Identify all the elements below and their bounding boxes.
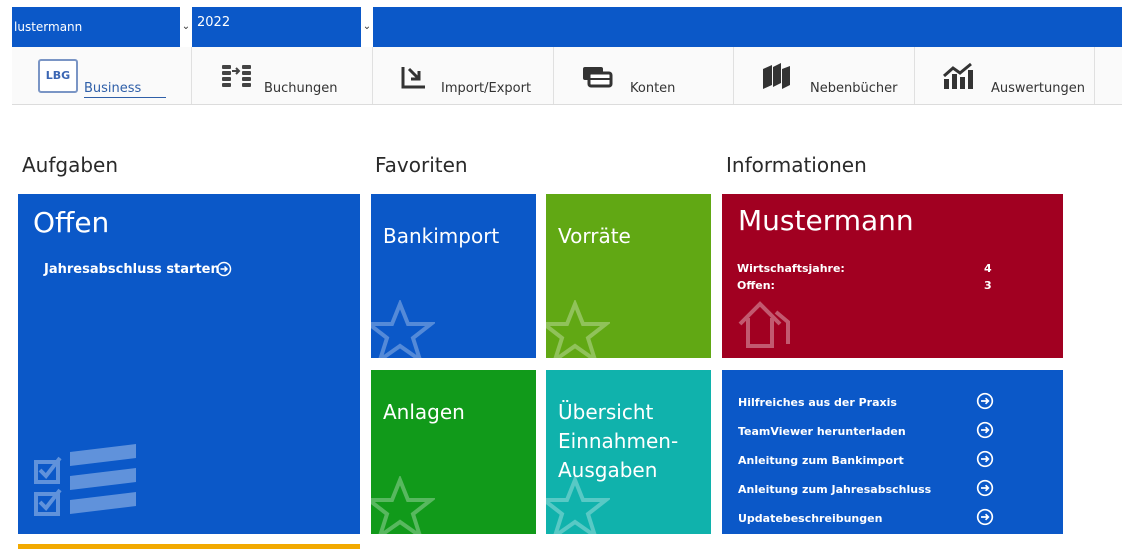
import-export-icon bbox=[401, 67, 425, 89]
tile-vorraete-label: Vorräte bbox=[558, 224, 631, 248]
year-dropdown-arrow-icon[interactable]: ⌄ bbox=[361, 7, 373, 47]
tile-uebersicht-einnahmen-ausgaben[interactable]: Übersicht Einnahmen- Ausgaben bbox=[546, 370, 711, 534]
tile-vorraete[interactable]: Vorräte bbox=[546, 194, 711, 358]
books-icon bbox=[763, 63, 790, 89]
tile-uebersicht-line-2: Einnahmen- bbox=[558, 429, 679, 453]
tab-auswertungen[interactable]: Auswertungen bbox=[915, 47, 1095, 104]
link-anleitung-bankimport[interactable]: Anleitung zum Bankimport bbox=[738, 454, 904, 467]
tile-offen[interactable]: Offen Jahresabschluss starten bbox=[18, 194, 360, 534]
lbg-logo: LBG bbox=[38, 59, 78, 93]
star-icon bbox=[371, 476, 435, 534]
tab-business-label: Business bbox=[84, 81, 142, 96]
arrow-circle-icon[interactable] bbox=[216, 261, 232, 277]
tab-nebenbuecher-label: Nebenbücher bbox=[810, 81, 898, 96]
link-teamviewer-herunterladen[interactable]: TeamViewer herunterladen bbox=[738, 425, 906, 438]
tab-import-export-label: Import/Export bbox=[441, 81, 532, 96]
link-anleitung-jahresabschluss[interactable]: Anleitung zum Jahresabschluss bbox=[738, 483, 931, 496]
section-title-aufgaben: Aufgaben bbox=[22, 153, 119, 177]
tab-nebenbuecher[interactable]: Nebenbücher bbox=[734, 47, 915, 104]
star-icon bbox=[371, 300, 435, 358]
link-hilfreiches-aus-der-praxis[interactable]: Hilfreiches aus der Praxis bbox=[738, 396, 897, 409]
tab-business-underline bbox=[84, 97, 166, 98]
year-value: 2022 bbox=[197, 15, 231, 30]
arrow-circle-icon[interactable] bbox=[976, 450, 994, 468]
tile-bankimport-label: Bankimport bbox=[383, 224, 500, 248]
coins-icon bbox=[222, 65, 251, 87]
section-title-informationen: Informationen bbox=[726, 153, 867, 177]
tile-bankimport[interactable]: Bankimport bbox=[371, 194, 536, 358]
star-icon bbox=[546, 300, 610, 358]
tab-auswertungen-label: Auswertungen bbox=[991, 81, 1085, 96]
wallet-icon bbox=[583, 67, 613, 88]
arrow-circle-icon[interactable] bbox=[976, 508, 994, 526]
tab-buchungen[interactable]: Buchungen bbox=[192, 47, 373, 104]
arrow-circle-icon[interactable] bbox=[976, 392, 994, 410]
wirtschaftsjahre-value: 4 bbox=[984, 262, 992, 275]
tab-business[interactable]: LBG Business bbox=[12, 47, 192, 104]
tile-mustermann[interactable]: Mustermann Wirtschaftsjahre: 4 Offen: 3 bbox=[722, 194, 1063, 358]
house-icon bbox=[738, 301, 790, 348]
tab-import-export[interactable]: Import/Export bbox=[373, 47, 554, 104]
section-title-favoriten: Favoriten bbox=[375, 153, 468, 177]
year-combobox[interactable]: 2022 ⌄ bbox=[195, 7, 373, 47]
top-selector-bar: lustermann ⌄ 2022 ⌄ bbox=[0, 0, 1122, 47]
tab-buchungen-label: Buchungen bbox=[264, 81, 338, 96]
tile-uebersicht-line-1: Übersicht bbox=[558, 400, 654, 424]
client-value: lustermann bbox=[14, 20, 83, 34]
star-icon bbox=[546, 476, 610, 534]
tile-uebersicht-label: Übersicht Einnahmen- Ausgaben bbox=[558, 398, 678, 485]
tile-anlagen-label: Anlagen bbox=[383, 400, 465, 424]
tile-help-links: Hilfreiches aus der Praxis TeamViewer he… bbox=[722, 370, 1063, 534]
ribbon-bar: LBG Business Buchungen Import/Export Kon… bbox=[12, 47, 1122, 105]
offen-label: Offen: bbox=[737, 279, 775, 292]
arrow-circle-icon[interactable] bbox=[976, 479, 994, 497]
tile-mustermann-title: Mustermann bbox=[738, 204, 914, 237]
tile-offen-title: Offen bbox=[33, 206, 110, 239]
checklist-icon bbox=[34, 444, 136, 516]
wirtschaftsjahre-label: Wirtschaftsjahre: bbox=[737, 262, 845, 275]
offen-value: 3 bbox=[984, 279, 992, 292]
tile-anlagen[interactable]: Anlagen bbox=[371, 370, 536, 534]
tab-konten[interactable]: Konten bbox=[554, 47, 734, 104]
client-dropdown-arrow-icon[interactable]: ⌄ bbox=[180, 7, 192, 47]
arrow-circle-icon[interactable] bbox=[976, 421, 994, 439]
link-updatebeschreibungen[interactable]: Updatebeschreibungen bbox=[738, 512, 882, 525]
tile-strip-bottom bbox=[18, 544, 360, 549]
client-combobox[interactable]: lustermann ⌄ bbox=[12, 7, 192, 47]
chart-icon bbox=[943, 62, 973, 89]
tab-konten-label: Konten bbox=[630, 81, 676, 96]
jahresabschluss-starten-link[interactable]: Jahresabschluss starten bbox=[44, 262, 220, 277]
